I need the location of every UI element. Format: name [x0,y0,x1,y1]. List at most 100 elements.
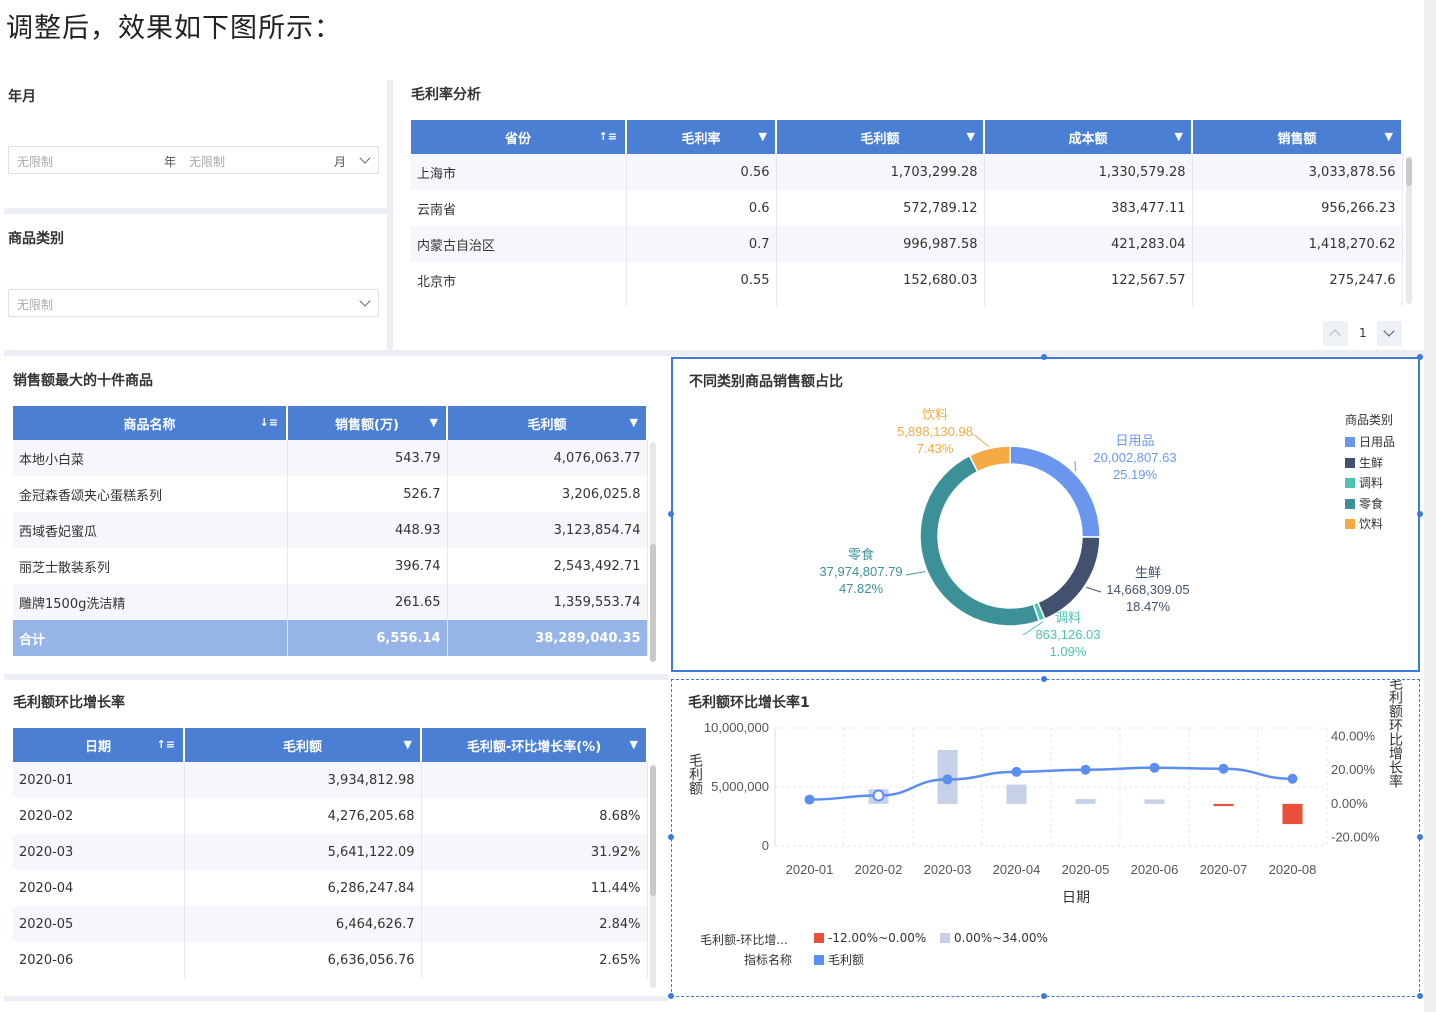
legend-swatch [1345,478,1355,488]
donut-label: 25.19% [1113,467,1158,482]
column-header[interactable]: 毛利额 ▼ [447,406,648,440]
table-cell: 6,556.14 [287,620,448,656]
legend-item[interactable]: 日用品 [1345,433,1395,450]
scrollbar-thumb[interactable] [650,766,656,896]
resize-handle[interactable] [668,993,674,999]
combo-legend-neg: -12.00%~0.00% [814,931,926,945]
table-row[interactable]: 2020-02 4,276,205.68 8.68% [13,798,648,834]
table-cell: 0.7 [626,226,777,262]
donut-slice-零食 [919,454,1041,627]
filter-dropdown-icon[interactable]: ▼ [759,130,767,143]
table-cell: 2020-01 [13,762,185,798]
growth-bar [1075,799,1096,804]
table-row[interactable]: 本地小白菜 543.79 4,076,063.77 [13,440,648,476]
resize-handle[interactable] [1041,993,1047,999]
column-header[interactable]: 日期 ↑≡ [13,728,185,762]
leader-line [972,433,990,447]
page-next-button[interactable] [1377,321,1402,346]
table-row[interactable] [411,298,1403,306]
resize-handle[interactable] [1041,676,1047,682]
profit-point [1011,766,1022,777]
table-row[interactable]: 云南省 0.6 572,789.12 383,477.11 956,266.23 [411,190,1403,226]
dashboard-page: 调整后，效果如下图所示： 年月 无限制 年 无限制 月 商品类别 无限制 毛利率… [0,0,1436,1012]
table-cell: 448.93 [287,512,448,548]
table-row[interactable]: 2020-01 3,934,812.98 [13,762,648,798]
filter-dropdown-icon[interactable]: ▼ [630,738,638,751]
funnel-icon[interactable]: ▼ [430,416,438,429]
table-cell: 543.79 [287,440,448,476]
table-row[interactable]: 2020-03 5,641,122.09 31.92% [13,834,648,870]
table-row[interactable]: 2020-06 6,636,056.76 2.65% [13,942,648,978]
table-cell: 956,266.23 [1192,190,1403,226]
year-unit: 年 [164,155,177,169]
table-cell: 2,543,492.71 [447,548,648,584]
combo-panel[interactable]: 毛利额环比增长率1 10,000,000 5,000,000 0 40.00% 20.0… [671,679,1420,997]
column-header[interactable]: 毛利额 ▼ [184,728,422,762]
table-row[interactable]: 北京市 0.55 152,680.03 122,567.57 275,247.6 [411,262,1403,298]
table-row[interactable]: 金冠森香颂夹心蛋糕系列 526.7 3,206,025.8 [13,476,648,512]
page-prev-button[interactable] [1323,321,1348,346]
column-header[interactable]: 销售额 ▼ [1192,120,1403,154]
table-row[interactable]: 内蒙古自治区 0.7 996,987.58 421,283.04 1,418,270.6… [411,226,1403,262]
table-cell: 996,987.58 [776,226,985,262]
table-row[interactable]: 2020-05 6,464,626.7 2.84% [13,906,648,942]
column-header[interactable]: 商品名称 ↓≡ [13,406,288,440]
chevron-down-icon[interactable] [359,152,371,164]
panel-divider [4,996,668,1001]
growth-title: 毛利额环比增长率 [13,695,125,711]
profit-point [1287,773,1298,784]
legend-label: 生鲜 [1359,455,1384,470]
legend-item[interactable]: 调料 [1345,474,1383,491]
table-row[interactable]: 丽芝士散装系列 396.74 2,543,492.71 [13,548,648,584]
legend-item[interactable]: 饮料 [1345,515,1383,532]
table-total-row[interactable]: 合计 6,556.14 38,289,040.35 [13,620,648,656]
chevron-down-icon[interactable] [359,295,371,307]
column-header[interactable]: 省份 ↑≡ [411,120,627,154]
donut-panel[interactable]: 不同类别商品销售额占比 日用品 20,002,807.63 25.19% 生鲜 14,6… [671,357,1420,672]
filter-dropdown-icon[interactable]: ▼ [1385,130,1393,143]
yearmonth-select[interactable]: 无限制 年 无限制 月 [8,146,379,174]
column-header[interactable]: 销售额(万) ▼ [287,406,448,440]
resize-handle[interactable] [1417,993,1423,999]
y-tick-label: 10,000,000 [704,720,769,735]
table-cell: 北京市 [411,262,627,298]
filter-dropdown-icon[interactable]: ▼ [967,130,975,143]
resize-handle[interactable] [1041,354,1047,360]
column-header[interactable]: 毛利率 ▼ [626,120,777,154]
filter-dropdown-icon[interactable]: ▼ [630,416,638,429]
table-cell: 上海市 [411,154,627,190]
legend-item[interactable]: 生鲜 [1345,454,1383,471]
table-cell: 122,567.57 [984,262,1193,298]
resize-handle[interactable] [1417,511,1423,517]
category-select[interactable]: 无限制 [8,289,379,317]
sort-icon[interactable]: ↑≡ [599,130,617,143]
y2-tick-label: 0.00% [1331,796,1368,811]
y2-tick-label: 20.00% [1331,762,1376,777]
column-header[interactable]: 毛利额 ▼ [776,120,985,154]
scrollbar-thumb[interactable] [1406,158,1412,186]
table-row[interactable]: 上海市 0.56 1,703,299.28 1,330,579.28 3,033,878… [411,154,1403,190]
scrollbar-thumb[interactable] [650,544,656,662]
legend-item[interactable]: 零食 [1345,495,1383,512]
column-header[interactable]: 成本额 ▼ [984,120,1193,154]
table-cell: 2.65% [421,942,648,978]
column-header[interactable]: 毛利额-环比增长率(%) ▼ [421,728,648,762]
page-caption: 调整后，效果如下图所示： [6,13,342,44]
resize-handle[interactable] [1417,834,1423,840]
y-tick-label: 5,000,000 [711,779,769,794]
sort-icon[interactable]: ↑≡ [157,738,175,751]
resize-handle[interactable] [668,834,674,840]
table-row[interactable]: 2020-04 6,286,247.84 11.44% [13,870,648,906]
x-tick-label: 2020-08 [1269,862,1317,877]
table-row[interactable]: 雕牌1500g洗洁精 261.65 1,359,553.74 [13,584,648,620]
resize-handle[interactable] [668,511,674,517]
table-cell: 6,636,056.76 [184,942,422,978]
resize-handle[interactable] [1417,354,1423,360]
filter-dropdown-icon[interactable]: ▼ [404,738,412,751]
table-cell: 8.68% [421,798,648,834]
filter-dropdown-icon[interactable]: ▼ [1175,130,1183,143]
table-cell [411,298,627,306]
sort-icon[interactable]: ↓≡ [260,416,278,429]
table-row[interactable]: 西域香妃蜜瓜 448.93 3,123,854.74 [13,512,648,548]
page-scrollbar[interactable] [1424,0,1436,1012]
